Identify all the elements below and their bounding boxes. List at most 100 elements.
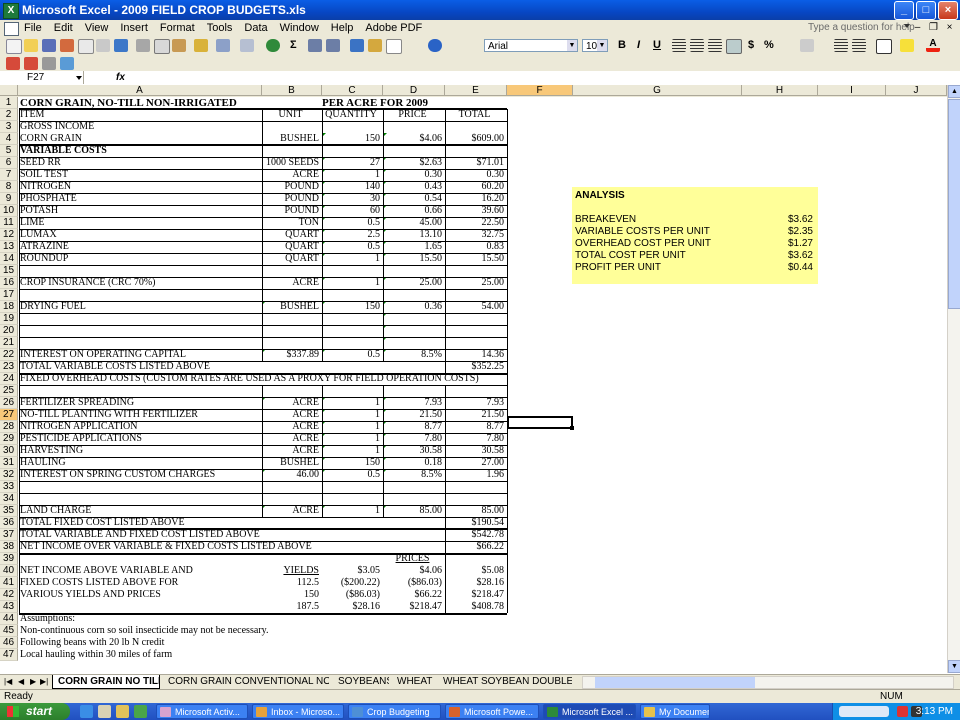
cell-b9[interactable]: POUND: [262, 193, 319, 205]
cell-e10[interactable]: 39.60: [445, 205, 505, 217]
row-header[interactable]: 24: [0, 373, 18, 385]
column-header-h[interactable]: H: [742, 85, 818, 96]
row-header[interactable]: 35: [0, 505, 18, 517]
fill-handle[interactable]: [570, 426, 574, 430]
cell-e11[interactable]: 22.50: [445, 217, 505, 229]
help-search-input[interactable]: Type a question for help: [808, 22, 915, 33]
copy-icon[interactable]: [154, 39, 170, 54]
align-right-icon[interactable]: [708, 39, 722, 52]
cell-c28[interactable]: 1: [322, 421, 380, 433]
row-header[interactable]: 3: [0, 121, 18, 133]
cell-d41[interactable]: ($86.03): [383, 577, 442, 589]
taskbar-button[interactable]: Microsoft Excel ...: [543, 704, 636, 719]
row-header[interactable]: 21: [0, 337, 18, 349]
cell-d33[interactable]: [383, 481, 442, 493]
cell-a8[interactable]: NITROGEN: [20, 181, 71, 193]
menu-item[interactable]: Format: [160, 22, 195, 34]
row-header[interactable]: 6: [0, 157, 18, 169]
menu-item[interactable]: Tools: [207, 22, 233, 34]
taskbar-button[interactable]: Inbox - Microso...: [252, 704, 344, 719]
cell-d31[interactable]: 0.18: [383, 457, 443, 469]
row-header[interactable]: 16: [0, 277, 18, 289]
select-all-corner[interactable]: [0, 85, 18, 96]
font-name-select[interactable]: Arial ▼: [484, 39, 578, 52]
cell-b27[interactable]: ACRE: [262, 409, 319, 421]
italic-button[interactable]: I: [637, 39, 640, 51]
cell-b6[interactable]: 1000 SEEDS: [262, 157, 319, 169]
cell-d15[interactable]: [383, 265, 442, 277]
cell-e37[interactable]: $542.78: [445, 529, 505, 541]
cell-e42[interactable]: $218.47: [445, 589, 505, 601]
folder-quicklaunch-icon[interactable]: [116, 705, 129, 718]
cell-b29[interactable]: ACRE: [262, 433, 319, 445]
cell-e27[interactable]: 21.50: [445, 409, 505, 421]
cell-b5[interactable]: [262, 145, 319, 157]
cell-b14[interactable]: QUART: [262, 253, 319, 265]
cell-b28[interactable]: ACRE: [262, 421, 319, 433]
cell-c47[interactable]: [322, 649, 380, 661]
menu-item[interactable]: Window: [280, 22, 319, 34]
scroll-down-icon[interactable]: ▼: [948, 660, 960, 673]
menu-item[interactable]: View: [85, 22, 109, 34]
cell-b34[interactable]: [262, 493, 319, 505]
fill-color-icon[interactable]: [900, 39, 914, 52]
cell-c46[interactable]: [322, 637, 380, 649]
sheet-tab[interactable]: SOYBEANS: [333, 675, 389, 689]
cell-e40[interactable]: $5.08: [445, 565, 505, 577]
media-quicklaunch-icon[interactable]: [134, 705, 147, 718]
row-header[interactable]: 40: [0, 565, 18, 577]
cell-a13[interactable]: ATRAZINE: [20, 241, 69, 253]
chart-wizard-icon[interactable]: [350, 39, 364, 52]
cell-b25[interactable]: [262, 385, 319, 397]
cell-a30[interactable]: HARVESTING: [20, 445, 83, 457]
cell-e7[interactable]: 0.30: [445, 169, 505, 181]
cell-c29[interactable]: 1: [322, 433, 380, 445]
sort-descending-icon[interactable]: [326, 39, 340, 52]
cell-e5[interactable]: [445, 145, 504, 157]
row-header[interactable]: 1: [0, 97, 18, 109]
desktop-quicklaunch-icon[interactable]: [98, 705, 111, 718]
cell-d35[interactable]: 85.00: [383, 505, 443, 517]
cell-d17[interactable]: [383, 289, 442, 301]
sheet-tab[interactable]: WHEAT SOYBEAN DOUBLE CR(: [438, 675, 572, 689]
vertical-scroll-thumb[interactable]: [948, 99, 960, 309]
hyperlink-icon[interactable]: [266, 39, 280, 52]
row-header[interactable]: 25: [0, 385, 18, 397]
cell-c32[interactable]: 0.5: [322, 469, 381, 481]
cell-d12[interactable]: 13.10: [383, 229, 443, 241]
column-header-e[interactable]: E: [445, 85, 507, 96]
cell-b19[interactable]: [262, 313, 319, 325]
cell-e21[interactable]: [445, 337, 504, 349]
cell-b45[interactable]: [262, 625, 319, 637]
cell-d22[interactable]: 8.5%: [383, 349, 442, 361]
excel-app-icon[interactable]: X: [3, 3, 19, 19]
menu-item[interactable]: Insert: [120, 22, 148, 34]
row-header[interactable]: 45: [0, 625, 18, 637]
cell-d16[interactable]: 25.00: [383, 277, 443, 289]
autosum-icon[interactable]: Σ: [290, 39, 297, 51]
cell-c17[interactable]: [322, 289, 380, 301]
decrease-indent-icon[interactable]: [834, 39, 848, 52]
cell-d38[interactable]: [383, 541, 442, 553]
row-header[interactable]: 33: [0, 481, 18, 493]
align-left-icon[interactable]: [672, 39, 686, 52]
cell-b18[interactable]: BUSHEL: [262, 301, 319, 313]
cell-d5[interactable]: [383, 145, 442, 157]
row-header[interactable]: 2: [0, 109, 18, 121]
row-header[interactable]: 15: [0, 265, 18, 277]
pdf-options-icon[interactable]: [42, 57, 56, 70]
cell-e35[interactable]: 85.00: [445, 505, 505, 517]
row-header[interactable]: 7: [0, 169, 18, 181]
taskbar-button[interactable]: Microsoft Powe...: [445, 704, 539, 719]
cell-d42[interactable]: $66.22: [383, 589, 443, 601]
cell-e8[interactable]: 60.20: [445, 181, 505, 193]
workbook-close-icon[interactable]: ×: [943, 22, 956, 34]
cell-c19[interactable]: [322, 313, 380, 325]
cell-c10[interactable]: 60: [322, 205, 380, 217]
cell-a5[interactable]: VARIABLE COSTS: [20, 145, 107, 157]
cell-e25[interactable]: [445, 385, 504, 397]
close-button[interactable]: ×: [938, 1, 958, 20]
cell-c16[interactable]: 1: [322, 277, 380, 289]
search-tray-icon[interactable]: [839, 706, 889, 717]
row-header[interactable]: 5: [0, 145, 18, 157]
